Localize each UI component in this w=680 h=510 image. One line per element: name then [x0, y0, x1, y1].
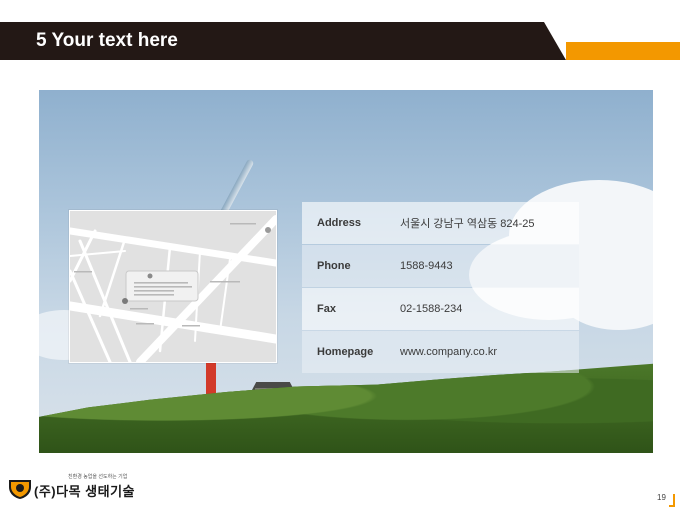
contact-info-table: Address 서울시 강남구 역삼동 824-25 Phone 1588-94… [302, 202, 579, 373]
location-map[interactable] [69, 210, 277, 363]
homepage-label: Homepage [317, 346, 374, 358]
contact-row-phone: Phone 1588-9443 [302, 245, 579, 287]
contact-row-address: Address 서울시 강남구 역삼동 824-25 [302, 202, 579, 244]
contact-row-homepage: Homepage www.company.co.kr [302, 331, 579, 373]
phone-value: 1588-9443 [400, 260, 453, 272]
fax-value: 02-1588-234 [400, 303, 463, 315]
contact-row-fax: Fax 02-1588-234 [302, 288, 579, 330]
address-value: 서울시 강남구 역삼동 824-25 [400, 218, 535, 230]
fax-label: Fax [317, 303, 336, 315]
slide-title: 5 Your text here [36, 30, 178, 51]
accent-bar [566, 42, 680, 60]
logo-tagline: 친환경 농업을 선도하는 기업 [68, 474, 128, 480]
page-corner-mark [669, 494, 675, 507]
phone-label: Phone [317, 260, 351, 272]
map-roads [70, 211, 276, 362]
company-logo-icon [8, 478, 32, 500]
page-number: 19 [657, 493, 666, 502]
homepage-link[interactable]: www.company.co.kr [400, 346, 497, 358]
company-name: (주)다목 생태기술 [34, 484, 135, 499]
address-label: Address [317, 217, 362, 229]
